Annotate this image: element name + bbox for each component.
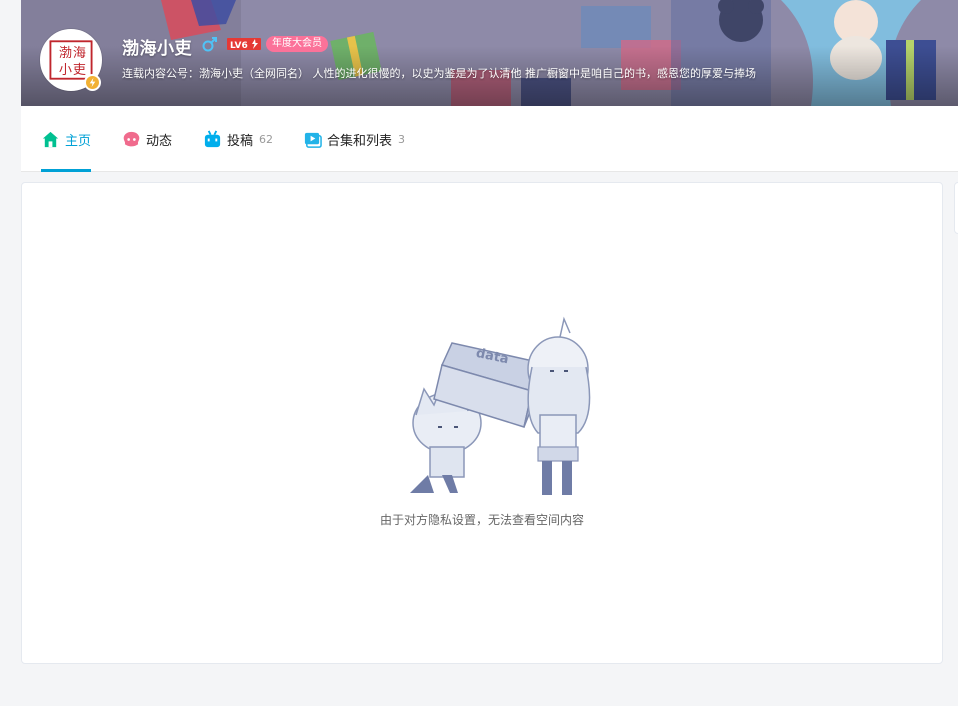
username: 渤海小吏 [122,39,192,59]
collection-icon [303,130,322,149]
home-icon [41,130,60,149]
empty-state-illustration: data [372,315,604,501]
bolt-icon [84,74,101,91]
svg-text:LV6: LV6 [230,41,248,50]
svg-text:渤: 渤 [59,45,72,61]
tab-count: 3 [398,132,406,146]
profile-nav: 主页 动态 投稿 62 合集和列表 3 [21,106,958,172]
tab-home[interactable]: 主页 [41,106,91,172]
tab-label: 投稿 [227,133,254,149]
dynamic-icon [122,130,141,149]
svg-text:吏: 吏 [73,62,86,78]
vip-badge[interactable]: 年度大会员 [266,36,328,52]
svg-text:海: 海 [73,45,86,61]
tab-label: 动态 [146,133,173,149]
tab-label: 主页 [65,133,92,149]
level-icon: LV6 [227,38,261,50]
svg-text:小: 小 [59,62,72,78]
sidebar-card-edge [954,182,958,234]
tab-count: 62 [259,132,274,146]
male-icon [202,37,217,52]
tab-dynamic[interactable]: 动态 [122,106,172,172]
tab-label: 合集和列表 [327,133,393,149]
tab-upload[interactable]: 投稿 62 [203,106,273,172]
main-content-card: data 由于对方隐私设置，无法查看空间内容 [21,182,943,664]
user-sign: 连载内容公号：渤海小吏（全网同名） 人性的进化很慢的，以史为鉴是为了认清他 推广… [122,67,756,80]
tab-collection[interactable]: 合集和列表 3 [303,106,405,172]
empty-state-message: 由于对方隐私设置，无法查看空间内容 [379,513,584,527]
upload-icon [203,130,222,149]
